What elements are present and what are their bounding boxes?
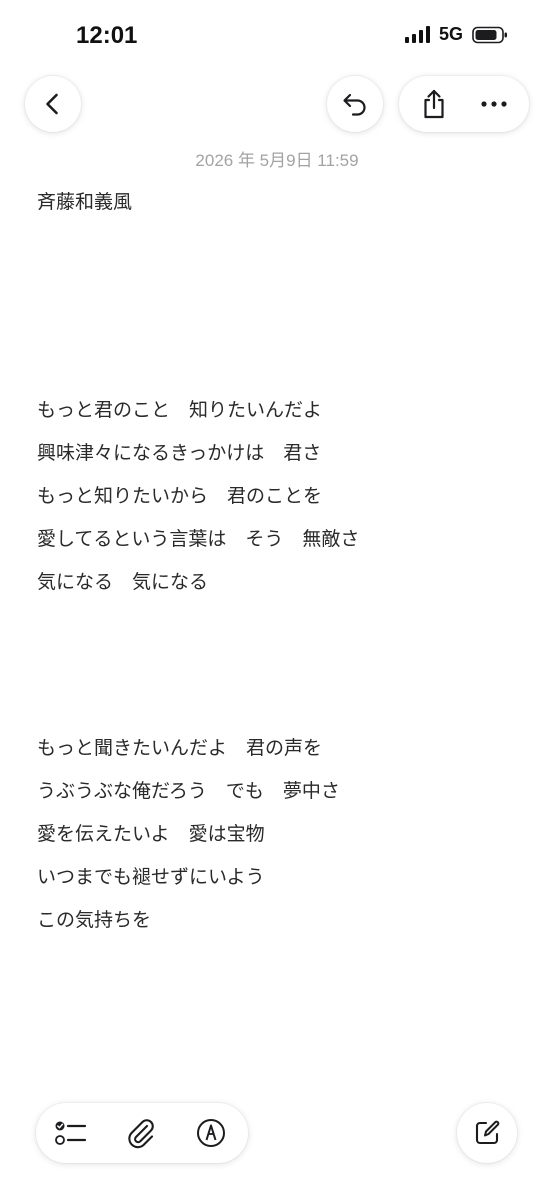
note-line: もっと知りたいから 君のことを: [37, 485, 323, 507]
note-line: 興味津々になるきっかけは 君さ: [37, 442, 322, 464]
note-line: この気持ちを: [37, 909, 152, 931]
actions-pill: [399, 76, 529, 132]
note-line: 愛してるという言葉は そう 無敵さ: [37, 528, 360, 550]
network-label: 5G: [438, 24, 463, 44]
markup-pen-icon: [197, 1119, 225, 1147]
note-timestamp: 2026 年 5月9日 11:59: [195, 151, 359, 170]
note-line: もっと聞きたいんだよ 君の声を: [37, 737, 323, 759]
note-line: 気になる 気になる: [37, 571, 209, 593]
undo-icon: [343, 93, 366, 116]
verse-1[interactable]: もっと君のこと 知りたいんだよ 興味津々になるきっかけは 君さ もっと知りたいか…: [37, 389, 359, 604]
bottom-tools-pill: [36, 1103, 248, 1163]
note-line: うぶうぶな俺だろう でも 夢中さ: [37, 780, 340, 802]
checklist-button[interactable]: [36, 1103, 106, 1163]
share-button[interactable]: [404, 76, 464, 132]
undo-button[interactable]: [327, 76, 383, 132]
note-line: もっと君のこと 知りたいんだよ: [37, 399, 323, 421]
compose-icon: [475, 1120, 500, 1145]
compose-button[interactable]: [457, 1103, 517, 1163]
notes-screen: 12:01 5G 2026 年 5月9日 11:59 斉藤和義風 もっと君のこと…: [0, 0, 554, 1200]
back-chevron-icon: [46, 93, 58, 115]
markup-button[interactable]: [176, 1103, 246, 1163]
back-button[interactable]: [25, 76, 81, 132]
signal-bars-icon: [404, 26, 430, 43]
more-button[interactable]: [464, 76, 524, 132]
more-icon: [481, 101, 507, 107]
note-line: いつまでも褪せずにいよう: [37, 866, 265, 888]
attachment-button[interactable]: [106, 1103, 176, 1163]
note-title[interactable]: 斉藤和義風: [37, 187, 132, 214]
note-line: 愛を伝えたいよ 愛は宝物: [37, 823, 265, 845]
share-icon: [424, 89, 444, 119]
verse-2[interactable]: もっと聞きたいんだよ 君の声を うぶうぶな俺だろう でも 夢中さ 愛を伝えたいよ…: [37, 727, 340, 942]
battery-icon: [472, 26, 507, 43]
paperclip-icon: [128, 1119, 154, 1149]
status-indicators: 5G: [404, 24, 508, 45]
checklist-icon: [55, 1121, 87, 1145]
status-time: 12:01: [76, 22, 138, 49]
